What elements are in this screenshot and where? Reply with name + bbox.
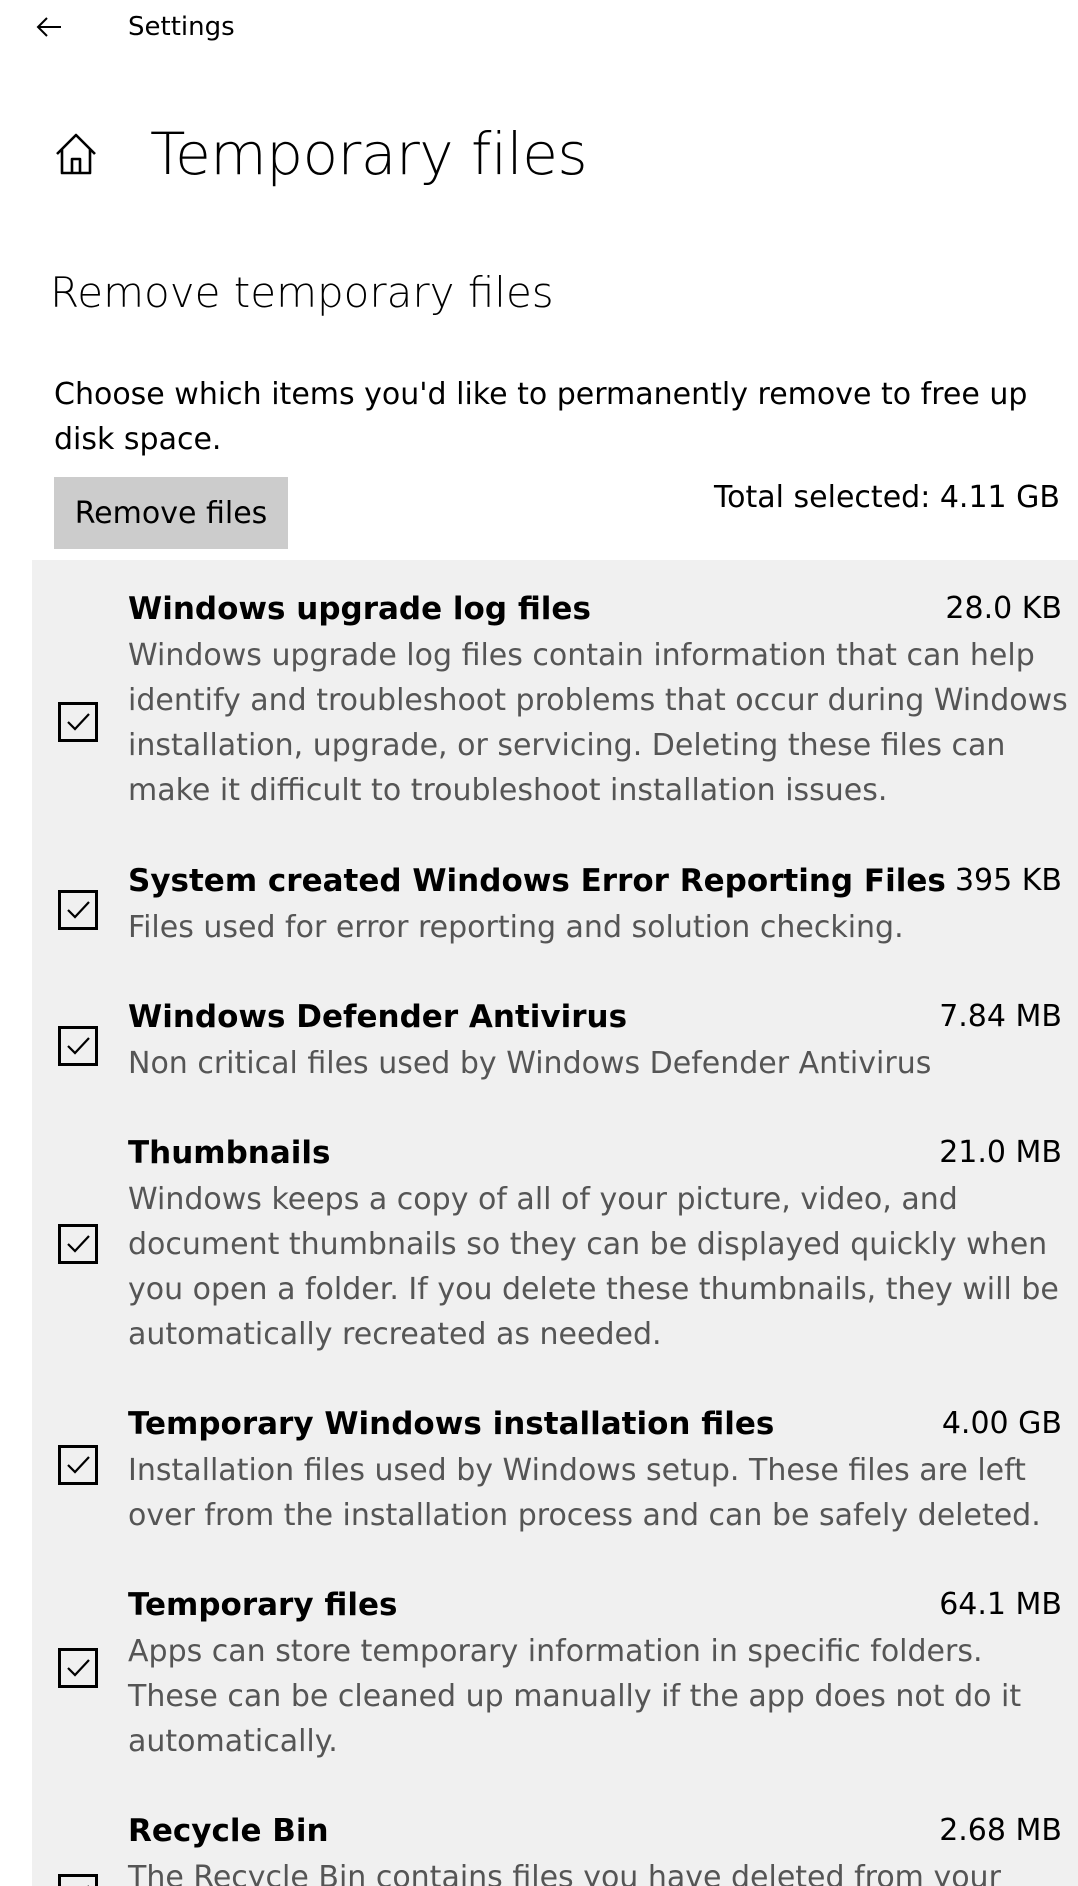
settings-window: Settings Temporary files Remove temporar… [0, 0, 1078, 1886]
item-size: 21.0 MB [939, 1135, 1062, 1170]
item-name: Windows Defender Antivirus [128, 999, 628, 1035]
item-description: Files used for error reporting and solut… [128, 910, 904, 945]
item-checkbox[interactable] [58, 702, 98, 742]
page-title: Temporary files [150, 120, 588, 188]
item-size: 4.00 GB [941, 1406, 1062, 1441]
remove-files-button[interactable]: Remove files [54, 477, 288, 549]
item-description: Windows keeps a copy of all of your pict… [128, 1182, 1059, 1352]
item-description: Windows upgrade log files contain inform… [128, 638, 1068, 808]
item-size: 395 KB [954, 863, 1062, 898]
checkmark-icon [67, 901, 90, 919]
checkmark-icon [67, 1037, 90, 1055]
total-selected-label: Total selected: 4.11 GB [713, 480, 1060, 515]
item-checkbox[interactable] [58, 1445, 98, 1485]
item-description: The Recycle Bin contains files you have … [128, 1860, 1001, 1886]
item-name: System created Windows Error Reporting F… [128, 863, 946, 899]
item-description: Apps can store temporary information in … [128, 1634, 1022, 1759]
item-checkbox[interactable] [58, 890, 98, 930]
temporary-files-list: Windows upgrade log files 28.0 KB Window… [32, 560, 1078, 1886]
item-checkbox[interactable] [58, 1224, 98, 1264]
item-checkbox[interactable] [58, 1874, 98, 1886]
item-size: 64.1 MB [939, 1587, 1062, 1622]
item-size: 28.0 KB [945, 591, 1062, 626]
checkmark-icon [67, 1456, 90, 1474]
back-button[interactable] [30, 8, 70, 48]
item-checkbox[interactable] [58, 1648, 98, 1688]
checkmark-icon [67, 1235, 90, 1253]
item-name: Temporary files [128, 1587, 398, 1623]
item-size: 2.68 MB [939, 1813, 1062, 1848]
checkmark-icon [87, 1885, 89, 1886]
back-arrow-icon [36, 17, 61, 37]
section-description: Choose which items you'd like to permane… [54, 377, 1028, 457]
item-name: Temporary Windows installation files [128, 1406, 775, 1442]
section-title: Remove temporary files [50, 268, 554, 317]
item-description: Non critical files used by Windows Defen… [128, 1046, 932, 1081]
checkmark-icon [67, 1659, 90, 1677]
item-name: Thumbnails [128, 1135, 331, 1171]
home-icon [52, 130, 100, 178]
item-name: Windows upgrade log files [128, 591, 591, 627]
item-checkbox[interactable] [58, 1026, 98, 1066]
item-name: Recycle Bin [128, 1813, 329, 1849]
checkmark-icon [67, 713, 90, 731]
title-bar: Settings [0, 0, 1078, 60]
app-title: Settings [128, 12, 235, 42]
item-size: 7.84 MB [939, 999, 1062, 1034]
item-description: Installation files used by Windows setup… [128, 1453, 1041, 1533]
